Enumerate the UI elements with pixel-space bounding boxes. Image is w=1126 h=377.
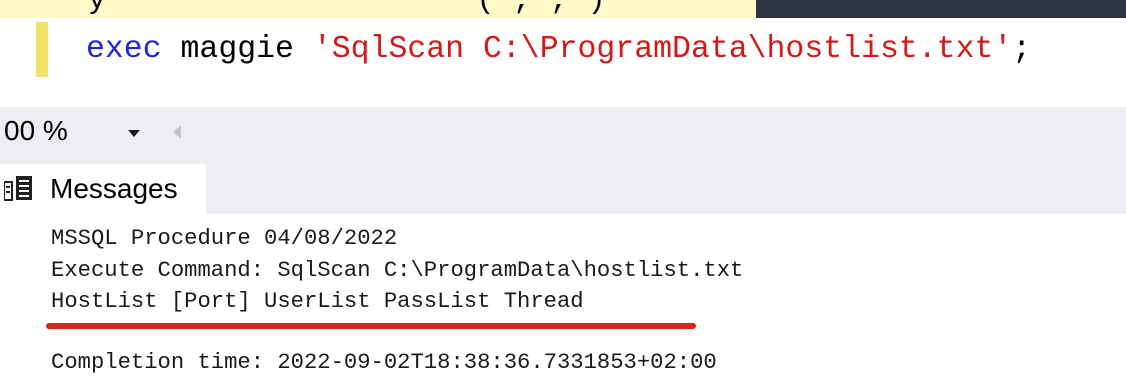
previous-code-line: y ( , , ) [88,0,607,18]
message-line: HostList [Port] UserList PassList Thread [51,289,584,314]
results-tab-bar: Messages [0,156,1126,214]
message-line: Completion time: 2022-09-02T18:38:36.733… [51,350,717,375]
code-keyword: exec [86,32,162,67]
code-string-literal: 'SqlScan C:\ProgramData\hostlist.txt' [312,32,1013,67]
chevron-down-icon[interactable] [126,125,142,141]
change-tracking-bar [36,22,48,77]
scroll-left-icon[interactable] [170,123,184,141]
code-line[interactable]: exec maggie 'SqlScan C:\ProgramData\host… [86,26,1031,74]
messages-output: MSSQL Procedure 04/08/2022 Execute Comma… [0,214,1126,377]
zoom-bar: 00 % [0,107,1126,156]
editor-dark-region [756,0,1126,18]
zoom-level[interactable]: 00 % [4,115,68,147]
code-identifier: maggie [161,32,313,67]
query-editor[interactable]: y ( , , ) exec maggie 'SqlScan C:\Progra… [0,0,1126,107]
tab-messages[interactable]: Messages [0,164,206,214]
messages-icon [4,176,32,201]
message-line: MSSQL Procedure 04/08/2022 [51,226,398,251]
tab-messages-label: Messages [50,173,178,204]
red-underline-annotation [46,323,696,329]
message-line: Execute Command: SqlScan C:\ProgramData\… [51,258,744,283]
code-terminator: ; [1012,32,1032,67]
